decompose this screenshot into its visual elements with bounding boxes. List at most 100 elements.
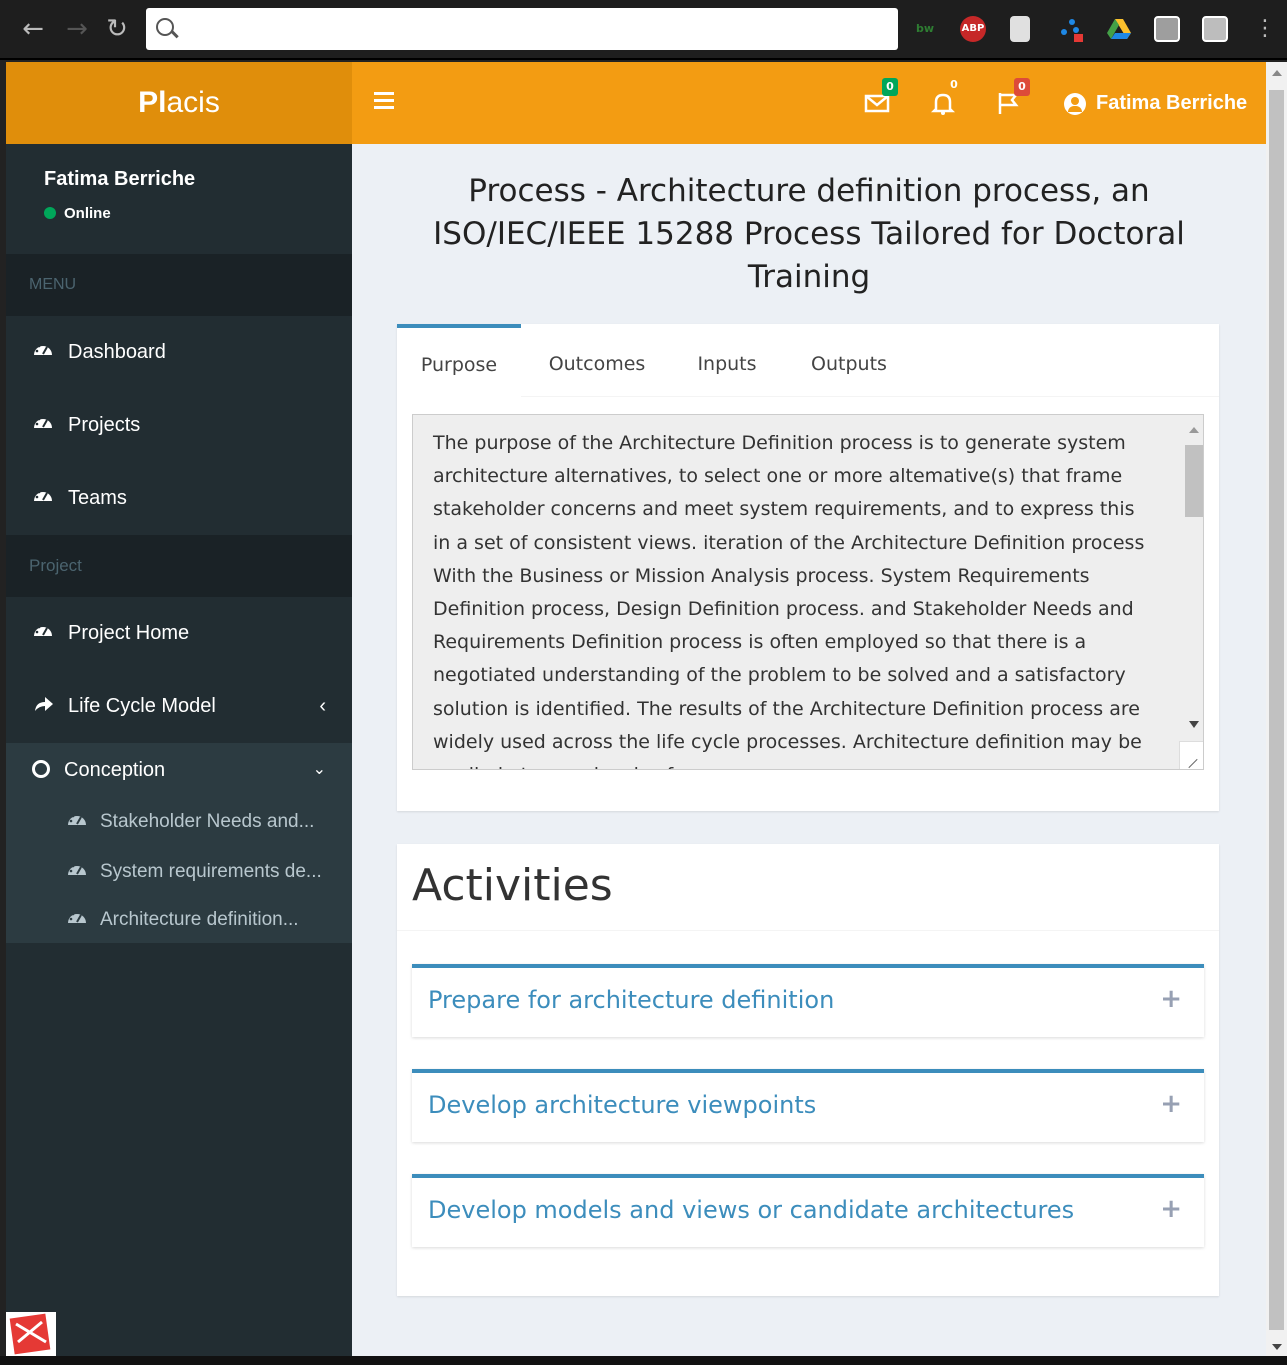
window-bottom-edge: [0, 1356, 1287, 1365]
corner-app-icon[interactable]: [6, 1312, 56, 1356]
tab-purpose[interactable]: Purpose: [397, 324, 521, 396]
dashboard-gauge-icon: [68, 910, 86, 923]
sidebar-subitem-architecture-definition[interactable]: Architecture definition...: [6, 897, 352, 943]
tab-strip: Purpose Outcomes Inputs Outputs: [397, 324, 1219, 396]
pin-icon[interactable]: [1154, 16, 1180, 42]
sidebar-subitem-label: Stakeholder Needs and...: [100, 811, 315, 832]
conception-tree: Conception ⌄ Stakeholder Needs and... Sy…: [6, 743, 352, 943]
photo-icon[interactable]: [1202, 16, 1228, 42]
dashboard-gauge-icon: [68, 862, 86, 875]
activities-box: Activities Prepare for architecture defi…: [397, 844, 1219, 1296]
sidebar-subitem-label: System requirements de...: [100, 861, 322, 882]
textarea-scroll-thumb[interactable]: [1185, 445, 1203, 517]
sidebar-item-teams[interactable]: Teams: [6, 462, 352, 535]
document-icon[interactable]: [1010, 16, 1030, 42]
activities-divider: [397, 930, 1219, 931]
circle-outline-icon: [32, 760, 50, 778]
activity-title[interactable]: Develop models and views or candidate ar…: [428, 1196, 1074, 1224]
user-panel: Fatima Berriche Online: [6, 144, 352, 254]
user-circle-icon: [1064, 92, 1086, 115]
resize-grip-icon[interactable]: [1179, 741, 1203, 769]
sidebar-item-life-cycle-model[interactable]: Life Cycle Model ‹: [6, 670, 352, 743]
activity-panel[interactable]: Prepare for architecture definition +: [412, 964, 1204, 1037]
drive-icon[interactable]: [1106, 16, 1132, 42]
sidebar-subitem-stakeholder-needs[interactable]: Stakeholder Needs and...: [6, 797, 352, 847]
online-dot-icon: [44, 207, 56, 219]
reload-icon[interactable]: ↻: [102, 14, 132, 44]
sidebar-item-label: Projects: [68, 414, 141, 436]
sidebar-item-conception[interactable]: Conception ⌄: [6, 743, 352, 797]
back-arrow-icon[interactable]: ←: [18, 14, 48, 44]
dashboard-gauge-icon: [34, 623, 52, 636]
search-icon: [156, 18, 174, 36]
activity-panel[interactable]: Develop models and views or candidate ar…: [412, 1174, 1204, 1247]
brand-rest: acis: [166, 86, 220, 119]
address-input[interactable]: [186, 14, 886, 44]
page-scroll-up-arrow-icon[interactable]: [1272, 70, 1282, 76]
page-scrollbar[interactable]: [1266, 62, 1287, 1358]
project-header: Project: [6, 535, 352, 597]
activity-panel[interactable]: Develop architecture viewpoints +: [412, 1069, 1204, 1142]
chevron-left-icon: ‹: [319, 695, 326, 717]
flags-badge: 0: [1014, 78, 1030, 96]
address-bar[interactable]: [146, 8, 898, 50]
tab-divider: [521, 396, 1219, 397]
adblock-icon[interactable]: ABP: [960, 16, 986, 42]
page-scroll-down-arrow-icon[interactable]: [1272, 1344, 1282, 1350]
sidebar-subitem-system-requirements[interactable]: System requirements de...: [6, 847, 352, 897]
plus-icon[interactable]: +: [1160, 1194, 1182, 1224]
user-status-text: Online: [64, 205, 111, 222]
sidebar-subitem-label: Architecture definition...: [100, 909, 299, 930]
purpose-textarea[interactable]: The purpose of the Architecture Definiti…: [412, 414, 1204, 770]
sidebar-item-label: Life Cycle Model: [68, 695, 216, 717]
bw-icon[interactable]: bw: [912, 16, 938, 42]
sidebar-item-dashboard[interactable]: Dashboard: [6, 316, 352, 389]
user-menu-name: Fatima Berriche: [1096, 92, 1248, 114]
sidebar-item-label: Project Home: [68, 622, 190, 644]
plus-icon[interactable]: +: [1160, 1089, 1182, 1119]
sidebar: Fatima Berriche Online MENU Dashboard Pr…: [6, 144, 352, 1356]
sidebar-toggle-icon[interactable]: [374, 92, 394, 110]
top-navbar: 0 0 0 Fatima Berriche: [352, 62, 1266, 144]
browser-toolbar: ← → ↻ bw ABP ⋮: [0, 0, 1287, 60]
activity-title[interactable]: Develop architecture viewpoints: [428, 1091, 816, 1119]
textarea-scrollbar[interactable]: [1183, 423, 1203, 729]
process-tabs-box: Purpose Outcomes Inputs Outputs The purp…: [397, 324, 1219, 811]
tab-inputs[interactable]: Inputs: [683, 324, 771, 396]
messages-badge: 0: [882, 78, 898, 96]
main-content: Process - Architecture definition proces…: [352, 144, 1266, 1356]
purpose-text: The purpose of the Architecture Definiti…: [433, 432, 1145, 769]
dashboard-gauge-icon: [34, 342, 52, 355]
forward-arrow-icon[interactable]: →: [62, 14, 92, 44]
user-menu[interactable]: Fatima Berriche: [1064, 89, 1247, 117]
activity-title[interactable]: Prepare for architecture definition: [428, 986, 834, 1014]
bell-icon[interactable]: 0: [930, 78, 958, 116]
notifications-badge: 0: [950, 78, 958, 91]
sidebar-item-projects[interactable]: Projects: [6, 389, 352, 462]
tab-outcomes[interactable]: Outcomes: [541, 324, 653, 396]
sidebar-item-label: Teams: [68, 487, 127, 509]
sidebar-user-name: Fatima Berriche: [44, 168, 196, 190]
flag-icon[interactable]: 0: [996, 78, 1030, 116]
scroll-down-arrow-icon[interactable]: [1189, 721, 1199, 728]
plus-icon[interactable]: +: [1160, 984, 1182, 1014]
brand-bold: Pl: [138, 86, 167, 119]
page-scroll-thumb[interactable]: [1269, 90, 1284, 1330]
brand-logo[interactable]: Placis: [6, 62, 352, 144]
menu-header: MENU: [6, 254, 352, 316]
scroll-up-arrow-icon[interactable]: [1189, 427, 1199, 433]
network-icon[interactable]: [1058, 16, 1084, 42]
sidebar-item-project-home[interactable]: Project Home: [6, 597, 352, 670]
share-arrow-icon: [35, 697, 53, 711]
user-status: Online: [44, 205, 352, 222]
dashboard-gauge-icon: [68, 812, 86, 825]
more-menu-icon[interactable]: ⋮: [1250, 14, 1280, 44]
sidebar-item-label: Dashboard: [68, 341, 166, 363]
page-title: Process - Architecture definition proces…: [433, 173, 1185, 295]
activities-title: Activities: [412, 860, 613, 911]
dashboard-gauge-icon: [34, 488, 52, 501]
sidebar-item-label: Conception: [64, 759, 166, 781]
tab-outputs[interactable]: Outputs: [797, 324, 901, 396]
dashboard-gauge-icon: [34, 415, 52, 428]
messages-icon[interactable]: 0: [864, 78, 898, 116]
